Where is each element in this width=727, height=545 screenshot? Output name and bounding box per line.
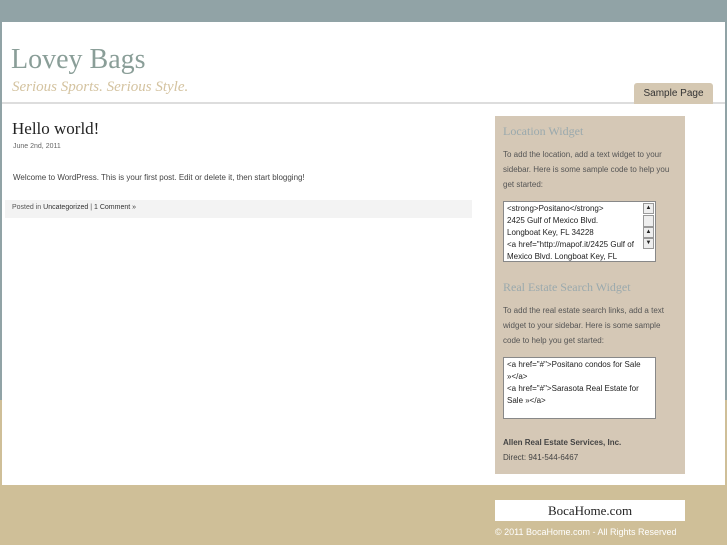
realestate-widget-title: Real Estate Search Widget (503, 280, 631, 294)
post-body: Welcome to WordPress. This is your first… (13, 173, 305, 182)
location-widget-text: To add the location, add a text widget t… (503, 150, 670, 189)
code-line: <strong>Positano</strong> (507, 204, 604, 213)
company-name: Allen Real Estate Services, Inc. (503, 438, 622, 447)
category-link[interactable]: Uncategorized (43, 204, 88, 211)
post-meta: Posted in Uncategorized | 1 Comment » (5, 200, 472, 218)
scroll-up-icon[interactable]: ▲ (643, 227, 654, 238)
site-tagline: Serious Sports. Serious Style. (12, 79, 189, 95)
phone: Direct: 941-544-6467 (503, 453, 579, 462)
code-line: Sale »</a> (507, 396, 546, 405)
code-line: <a href="#">Positano condos for Sale (507, 360, 641, 369)
scroll-down-icon[interactable]: ▼ (643, 238, 654, 249)
nav-divider (2, 102, 725, 104)
realestate-code-textarea[interactable]: <a href="#">Positano condos for Sale »</… (503, 357, 656, 419)
nav-tab-sample-page[interactable]: Sample Page (634, 83, 713, 104)
realestate-widget-text: To add the real estate search links, add… (503, 306, 664, 345)
code-line: <a href="http://mapof.it/2425 Gulf of (507, 240, 634, 249)
post-title[interactable]: Hello world! (12, 119, 99, 139)
posted-in-label: Posted in (12, 204, 42, 211)
contact-info: Allen Real Estate Services, Inc. Direct:… (503, 435, 677, 465)
copyright: © 2011 BocaHome.com - All Rights Reserve… (495, 527, 677, 537)
location-code-textarea[interactable]: <strong>Positano</strong> 2425 Gulf of M… (503, 201, 656, 262)
code-line: Longboat Key, FL 34228 (507, 228, 594, 237)
top-band (0, 0, 727, 22)
scrollbar-thumb[interactable] (643, 215, 654, 227)
code-line: »</a> (507, 372, 528, 381)
site-title[interactable]: Lovey Bags (11, 44, 146, 76)
scroll-up-icon[interactable]: ▲ (643, 203, 654, 214)
code-line: 2425 Gulf of Mexico Blvd. (507, 216, 599, 225)
code-line: Mexico Blvd. Longboat Key, FL (507, 252, 618, 261)
code-line: <a href="#">Sarasota Real Estate for (507, 384, 639, 393)
comments-link[interactable]: 1 Comment » (94, 204, 136, 211)
sidebar: Location Widget To add the location, add… (495, 116, 685, 474)
post-date: June 2nd, 2011 (13, 143, 61, 150)
footer-logo[interactable]: BocaHome.com (495, 500, 685, 521)
location-widget-title: Location Widget (503, 124, 584, 138)
